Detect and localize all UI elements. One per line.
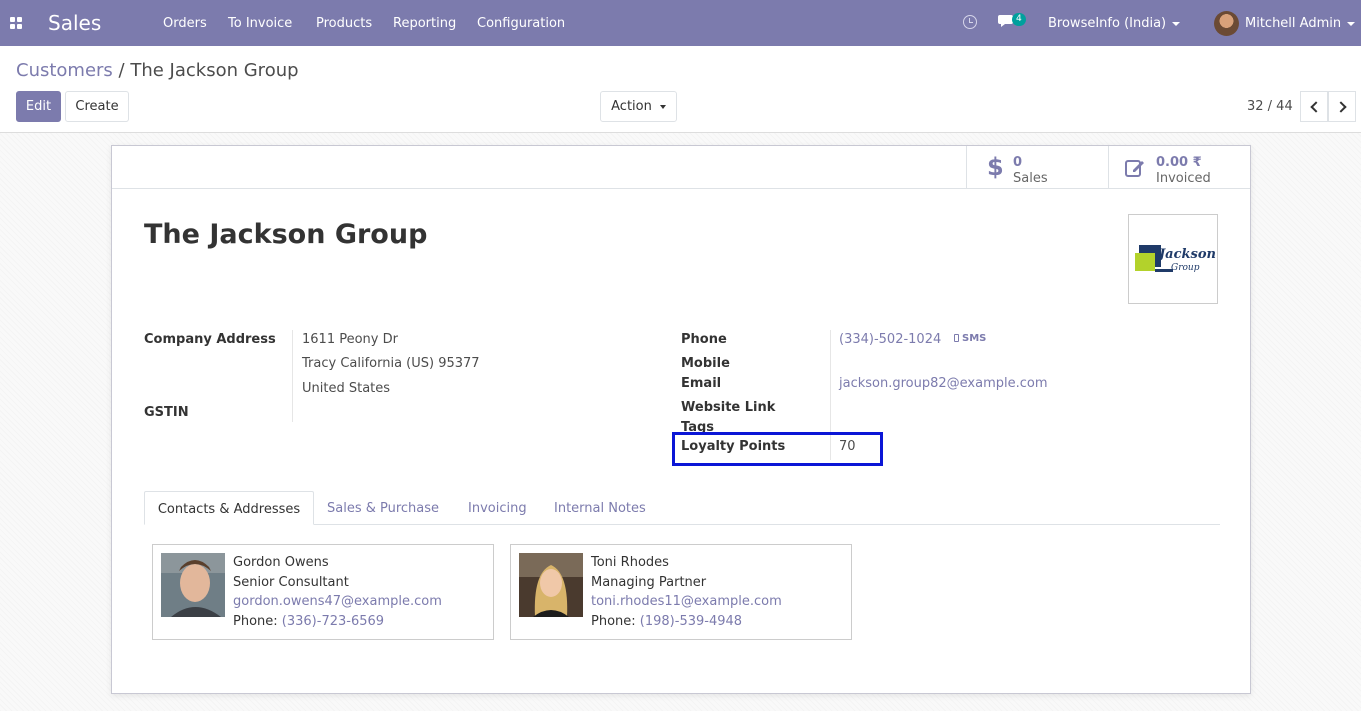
breadcrumb: Customers / The Jackson Group [16,60,299,81]
breadcrumb-current: The Jackson Group [130,60,299,81]
gstin-label: GSTIN [144,405,189,420]
address-street: 1611 Peony Dr [302,332,398,347]
breadcrumb-customers[interactable]: Customers [16,60,113,81]
contact-title: Managing Partner [591,575,707,590]
edit-invoice-icon [1125,160,1144,177]
pager-value[interactable]: 32 / 44 [1247,99,1293,114]
contact-phone-label: Phone: [233,614,278,629]
contact-email[interactable]: toni.rhodes11@example.com [591,594,782,609]
email-value[interactable]: jackson.group82@example.com [839,376,1048,391]
tab-internal-notes[interactable]: Internal Notes [554,491,646,525]
chevron-left-icon [1309,100,1322,113]
chat-count-badge: 4 [1012,13,1026,26]
chevron-right-icon [1334,100,1347,113]
caret-down-icon [1172,21,1181,26]
sales-smart-button[interactable]: $ 0 Sales [966,146,1108,189]
invoiced-amount: 0.00 ₹ [1156,155,1202,170]
contact-phone-label: Phone: [591,614,636,629]
logo-text-group: Group [1171,263,1200,273]
menu-reporting[interactable]: Reporting [393,16,456,31]
form-sheet: $ 0 Sales 0.00 ₹ Invoiced The Jackson Gr… [111,145,1251,694]
invoiced-smart-button[interactable]: 0.00 ₹ Invoiced [1108,146,1250,189]
phone-value[interactable]: (334)-502-1024 [839,332,941,347]
contact-name: Gordon Owens [233,555,329,570]
sms-label: SMS [962,333,987,344]
action-dropdown[interactable]: Action [600,91,677,122]
dollar-icon: $ [987,153,1004,181]
mobile-phone-icon [954,334,959,342]
company-address-label: Company Address [144,332,276,347]
phone-label: Phone [681,332,727,347]
apps-grid-icon[interactable] [10,17,22,29]
contact-phone[interactable]: (336)-723-6569 [282,614,384,629]
partner-logo[interactable]: Jackson Group [1128,214,1218,304]
address-city-state-zip: Tracy California (US) 95377 [302,356,480,371]
caret-down-icon [659,104,666,109]
company-name: BrowseInfo (India) [1048,16,1167,31]
invoiced-label: Invoiced [1156,171,1211,186]
contact-name: Toni Rhodes [591,555,669,570]
partner-name: The Jackson Group [144,219,428,250]
caret-down-icon [1347,21,1356,26]
contact-phone[interactable]: (198)-539-4948 [640,614,742,629]
pager-next-button[interactable] [1328,91,1356,122]
notebook-tabs: Contacts & Addresses Sales & Purchase In… [144,491,1220,525]
sales-label: Sales [1013,171,1048,186]
menu-to-invoice[interactable]: To Invoice [228,16,292,31]
tab-sales-purchase[interactable]: Sales & Purchase [327,491,439,525]
loyalty-points-highlight [672,432,883,466]
tab-invoicing[interactable]: Invoicing [468,491,527,525]
create-button[interactable]: Create [65,91,129,122]
contact-photo [519,553,583,617]
logo-text-jackson: Jackson [1156,247,1216,262]
contact-email[interactable]: gordon.owens47@example.com [233,594,442,609]
app-name[interactable]: Sales [48,11,101,35]
jackson-group-logo: Jackson Group [1135,245,1216,273]
sms-button[interactable]: SMS [954,333,986,344]
menu-configuration[interactable]: Configuration [477,16,565,31]
field-divider [292,330,293,422]
menu-products[interactable]: Products [316,16,372,31]
company-switcher[interactable]: BrowseInfo (India) [1048,16,1181,31]
user-menu[interactable]: Mitchell Admin [1245,16,1356,31]
address-country: United States [302,381,391,396]
sales-count: 0 [1013,155,1023,170]
tab-contacts-addresses[interactable]: Contacts & Addresses [144,491,314,525]
smart-button-box: $ 0 Sales 0.00 ₹ Invoiced [112,146,1250,189]
email-label: Email [681,376,722,391]
mobile-label: Mobile [681,356,730,371]
contact-title: Senior Consultant [233,575,349,590]
contact-photo [161,553,225,617]
pager-previous-button[interactable] [1300,91,1328,122]
website-label: Website Link [681,400,776,415]
top-navbar: Sales Orders To Invoice Products Reporti… [0,0,1361,46]
menu-orders[interactable]: Orders [163,16,207,31]
user-avatar[interactable] [1214,11,1239,36]
user-name: Mitchell Admin [1245,16,1342,31]
edit-button[interactable]: Edit [16,91,61,122]
breadcrumb-separator: / [118,60,125,81]
clock-icon[interactable] [963,15,977,29]
contact-card[interactable]: Gordon Owens Senior Consultant gordon.ow… [152,544,494,640]
contact-card[interactable]: Toni Rhodes Managing Partner toni.rhodes… [510,544,852,640]
action-label: Action [611,99,652,114]
